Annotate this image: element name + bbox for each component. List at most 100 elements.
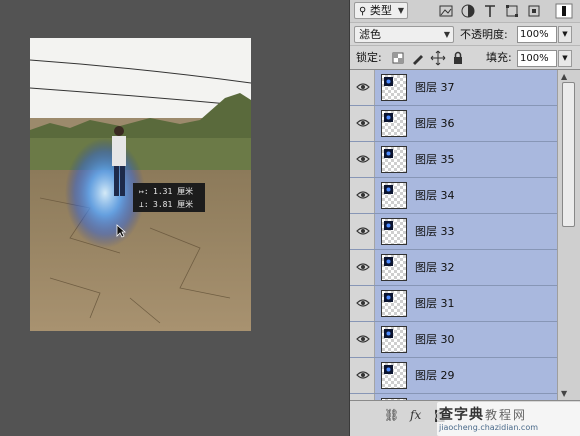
- lock-label: 锁定:: [356, 51, 382, 64]
- watermark-logo: 查字典: [439, 407, 484, 423]
- document-canvas-area[interactable]: ↦: 1.31 厘米 ⊥: 3.81 厘米: [0, 0, 349, 436]
- search-icon: ⚲: [359, 6, 367, 17]
- visibility-toggle[interactable]: [350, 70, 375, 105]
- eye-icon: [356, 119, 370, 127]
- opacity-dropdown-button[interactable]: ▼: [558, 26, 572, 43]
- thumbnail-glow-mark: [384, 185, 393, 194]
- type-filter-icon[interactable]: [482, 3, 498, 19]
- pixel-filter-icon[interactable]: [438, 3, 454, 19]
- thumbnail-glow-mark: [384, 257, 393, 266]
- layer-name: 图层 34: [415, 189, 455, 202]
- shape-filter-icon[interactable]: [504, 3, 520, 19]
- layer-name: 图层 29: [415, 369, 455, 382]
- layer-name: 图层 33: [415, 225, 455, 238]
- visibility-toggle[interactable]: [350, 358, 375, 393]
- blend-mode-dropdown[interactable]: 滤色 ▼: [354, 26, 454, 43]
- thumbnail-glow-mark: [384, 113, 393, 122]
- scroll-up-arrow-icon[interactable]: ▲: [561, 72, 567, 81]
- thumbnail-glow-mark: [384, 293, 393, 302]
- blend-mode-label: 滤色: [359, 28, 381, 41]
- layer-thumbnail: [381, 146, 407, 173]
- visibility-toggle[interactable]: [350, 214, 375, 249]
- eye-icon: [356, 83, 370, 91]
- filter-kind-dropdown[interactable]: ⚲ 类型 ▼: [354, 2, 408, 19]
- layer-body[interactable]: 图层 30: [375, 322, 557, 357]
- layer-row[interactable]: 图层 31: [350, 286, 580, 322]
- layer-row[interactable]: 图层 34: [350, 178, 580, 214]
- visibility-toggle[interactable]: [350, 250, 375, 285]
- adjustment-filter-icon[interactable]: [460, 3, 476, 19]
- layer-row[interactable]: 图层 37: [350, 70, 580, 106]
- visibility-toggle[interactable]: [350, 178, 375, 213]
- layer-row[interactable]: 图层 29: [350, 358, 580, 394]
- opacity-input[interactable]: 100%: [517, 26, 557, 43]
- fill-dropdown-button[interactable]: ▼: [558, 50, 572, 67]
- layer-row[interactable]: 图层 35: [350, 142, 580, 178]
- eye-icon: [356, 191, 370, 199]
- layer-filter-row: ⚲ 类型 ▼: [350, 0, 580, 23]
- eye-icon: [356, 371, 370, 379]
- fill-label: 填充:: [486, 51, 512, 64]
- layer-list-scrollbar[interactable]: ▲ ▼: [557, 70, 580, 400]
- eye-icon: [356, 263, 370, 271]
- visibility-toggle[interactable]: [350, 286, 375, 321]
- lock-transparent-pixels-icon[interactable]: [390, 50, 406, 66]
- vertical-offset-value: 3.81 厘米: [153, 200, 194, 209]
- layer-name: 图层 30: [415, 333, 455, 346]
- chevron-down-icon: ▼: [562, 54, 568, 62]
- layer-row[interactable]: 图层 33: [350, 214, 580, 250]
- layer-thumbnail: [381, 218, 407, 245]
- layer-body[interactable]: 图层 37: [375, 70, 557, 105]
- thumbnail-glow-mark: [384, 365, 393, 374]
- scroll-down-arrow-icon[interactable]: ▼: [561, 389, 567, 398]
- layer-name: 图层 32: [415, 261, 455, 274]
- layer-row[interactable]: 图层 30: [350, 322, 580, 358]
- visibility-toggle[interactable]: [350, 322, 375, 357]
- opacity-label: 不透明度:: [460, 28, 508, 41]
- layer-body[interactable]: 图层 36: [375, 106, 557, 141]
- horizontal-offset-icon: ↦:: [139, 187, 149, 196]
- fill-input[interactable]: 100%: [517, 50, 557, 67]
- lock-all-icon[interactable]: [450, 50, 466, 66]
- filter-toggle-icon[interactable]: [554, 2, 574, 20]
- visibility-toggle[interactable]: [350, 142, 375, 177]
- eye-icon: [356, 299, 370, 307]
- thumbnail-glow-mark: [384, 329, 393, 338]
- lock-image-pixels-icon[interactable]: [410, 50, 426, 66]
- layer-name: 图层 37: [415, 81, 455, 94]
- watermark-subtitle: 教程网: [485, 408, 528, 422]
- link-layers-icon[interactable]: ⛓: [384, 408, 399, 422]
- thumbnail-glow-mark: [384, 149, 393, 158]
- layer-body[interactable]: 图层 29: [375, 358, 557, 393]
- mouse-cursor-icon: [116, 224, 126, 238]
- fx-icon[interactable]: fx: [410, 408, 421, 422]
- layer-name: 图层 36: [415, 117, 455, 130]
- eye-icon: [356, 227, 370, 235]
- layer-row[interactable]: 图层 36: [350, 106, 580, 142]
- layer-row[interactable]: 图层 32: [350, 250, 580, 286]
- layers-panel: ⚲ 类型 ▼ 滤色 ▼ 不透明度: 100% ▼ 锁定: 填充: 100% ▼ …: [349, 0, 580, 436]
- layer-thumbnail: [381, 326, 407, 353]
- chevron-down-icon: ▼: [443, 30, 450, 39]
- vertical-offset-icon: ⊥:: [139, 200, 149, 209]
- layer-body[interactable]: 图层 35: [375, 142, 557, 177]
- layer-thumbnail: [381, 110, 407, 137]
- layer-name: 图层 35: [415, 153, 455, 166]
- layer-body[interactable]: 图层 33: [375, 214, 557, 249]
- layer-body[interactable]: 图层 34: [375, 178, 557, 213]
- site-watermark: 查字典 教程网 jiaocheng.chazidian.com: [437, 402, 580, 436]
- layer-list[interactable]: 图层 37 图层 36 图层 35 图层 34 图层 33 图层 32 图层 31 图层 30…: [350, 70, 580, 400]
- thumbnail-glow-mark: [384, 77, 393, 86]
- visibility-toggle[interactable]: [350, 106, 375, 141]
- lock-row: 锁定: 填充: 100% ▼: [350, 46, 580, 70]
- lock-position-icon[interactable]: [430, 50, 446, 66]
- layer-name: 图层 31: [415, 297, 455, 310]
- layer-thumbnail: [381, 290, 407, 317]
- layer-body[interactable]: 图层 31: [375, 286, 557, 321]
- horizontal-offset-value: 1.31 厘米: [153, 187, 194, 196]
- scrollbar-thumb[interactable]: [562, 82, 575, 227]
- layer-body[interactable]: 图层 32: [375, 250, 557, 285]
- smart-object-filter-icon[interactable]: [526, 3, 542, 19]
- blend-mode-row: 滤色 ▼ 不透明度: 100% ▼: [350, 23, 580, 46]
- eye-icon: [356, 335, 370, 343]
